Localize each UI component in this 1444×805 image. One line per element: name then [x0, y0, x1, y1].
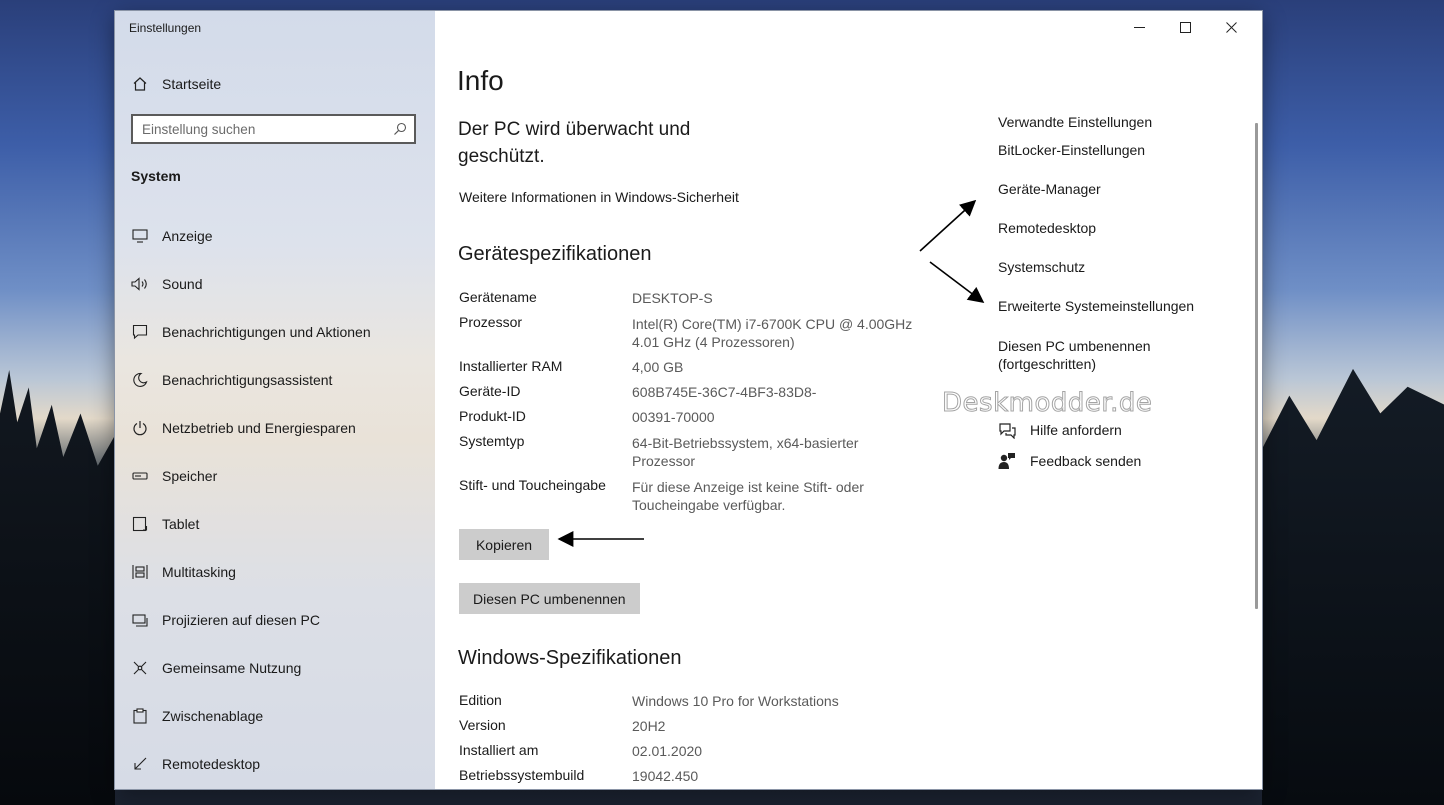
send-feedback-label: Feedback senden: [1030, 453, 1142, 469]
sidebar-item-label: Netzbetrieb und Energiesparen: [162, 420, 356, 436]
sidebar-item-notifications[interactable]: Benachrichtigungen und Aktionen: [115, 314, 435, 350]
spec-value: 608B745E-36C7-4BF3-83D8-: [632, 384, 817, 400]
bitlocker-link[interactable]: BitLocker-Einstellungen: [998, 141, 1218, 159]
tablet-icon: [131, 515, 149, 533]
sidebar-item-project[interactable]: Projizieren auf diesen PC: [115, 602, 435, 638]
spec-value: Für diese Anzeige ist keine Stift- oder …: [632, 479, 864, 513]
close-button[interactable]: [1208, 11, 1254, 43]
remote-desktop-link[interactable]: Remotedesktop: [998, 219, 1218, 237]
spec-key: Prozessor: [459, 314, 523, 330]
related-settings-title: Verwandte Einstellungen: [998, 114, 1153, 130]
spec-value: 20H2: [632, 718, 666, 734]
sidebar-item-label: Benachrichtigungen und Aktionen: [162, 324, 371, 340]
windows-specs-heading: Windows-Spezifikationen: [458, 647, 682, 669]
settings-window: Einstellungen Startseite System Anzeige …: [115, 11, 1262, 789]
remote-icon: [131, 755, 149, 773]
sidebar-item-tablet[interactable]: Tablet: [115, 506, 435, 542]
sidebar-item-label: Benachrichtigungsassistent: [162, 372, 333, 388]
minimize-button[interactable]: [1116, 11, 1162, 43]
spec-key: Betriebssystembuild: [459, 767, 585, 783]
sidebar-item-label: Sound: [162, 276, 203, 292]
sidebar-item-label: Gemeinsame Nutzung: [162, 660, 302, 676]
sidebar-item-sharing[interactable]: Gemeinsame Nutzung: [115, 650, 435, 686]
device-specs-heading: Gerätespezifikationen: [458, 243, 652, 265]
protection-heading: Der PC wird überwacht und geschützt.: [458, 119, 691, 167]
spec-value: 64-Bit-Betriebssystem, x64-basierter Pro…: [632, 435, 859, 469]
windows-security-link[interactable]: Weitere Informationen in Windows-Sicherh…: [459, 189, 739, 205]
sidebar-item-label: Multitasking: [162, 564, 236, 580]
display-icon: [131, 227, 149, 245]
spec-key: Installierter RAM: [459, 358, 563, 374]
spec-key: Stift- und Toucheingabe: [459, 477, 606, 493]
main-content: Info Der PC wird überwacht und geschützt…: [435, 11, 1262, 789]
spec-key: Produkt-ID: [459, 408, 526, 424]
sidebar-item-anzeige[interactable]: Anzeige: [115, 218, 435, 254]
scrollbar[interactable]: [1255, 123, 1258, 609]
sidebar-item-label: Speicher: [162, 468, 218, 484]
sidebar-item-home[interactable]: Startseite: [115, 66, 435, 102]
close-icon: [1225, 21, 1237, 33]
sidebar-item-remote-desktop[interactable]: Remotedesktop: [115, 746, 435, 782]
notification-icon: [131, 323, 149, 341]
maximize-button[interactable]: [1162, 11, 1208, 43]
sidebar-item-sound[interactable]: Sound: [115, 266, 435, 302]
spec-key: Installiert am: [459, 742, 539, 758]
spec-value: 4,00 GB: [632, 359, 684, 375]
clipboard-icon: [131, 707, 149, 725]
spec-key: Gerätename: [459, 289, 537, 305]
section-title: System: [131, 168, 181, 184]
search-input[interactable]: [133, 116, 382, 142]
moon-icon: [131, 371, 149, 389]
sidebar-item-label: Tablet: [162, 516, 200, 532]
spec-value: Windows 10 Pro for Workstations: [632, 693, 839, 709]
home-icon: [131, 75, 149, 93]
search-box[interactable]: [131, 114, 416, 144]
copy-button[interactable]: Kopieren: [459, 529, 549, 560]
search-icon[interactable]: [393, 122, 407, 141]
rename-pc-button[interactable]: Diesen PC umbenennen: [459, 583, 640, 614]
sidebar-item-focus-assist[interactable]: Benachrichtigungsassistent: [115, 362, 435, 398]
spec-value: Intel(R) Core(TM) i7-6700K CPU @ 4.00GHz…: [632, 316, 913, 350]
device-manager-link[interactable]: Geräte-Manager: [998, 180, 1218, 198]
sidebar-item-label: Projizieren auf diesen PC: [162, 612, 320, 628]
app-title: Einstellungen: [129, 21, 202, 35]
maximize-icon: [1179, 21, 1191, 33]
get-help-label: Hilfe anfordern: [1030, 422, 1122, 438]
sidebar-item-multitasking[interactable]: Multitasking: [115, 554, 435, 590]
feedback-icon: [998, 452, 1020, 470]
sidebar: Einstellungen Startseite System Anzeige …: [115, 11, 435, 789]
spec-value: 19042.450: [632, 768, 699, 784]
spec-key: Systemtyp: [459, 433, 525, 449]
speaker-icon: [131, 275, 149, 293]
help-chat-icon: [998, 421, 1020, 439]
power-icon: [131, 419, 149, 437]
sidebar-item-label: Anzeige: [162, 228, 213, 244]
sidebar-item-clipboard[interactable]: Zwischenablage: [115, 698, 435, 734]
spec-key: Version: [459, 717, 506, 733]
multitasking-icon: [131, 563, 149, 581]
spec-value: 00391-70000: [632, 409, 715, 425]
spec-value: DESKTOP-S: [632, 290, 713, 306]
watermark: Deskmodder.de: [941, 388, 1153, 419]
spec-key: Geräte-ID: [459, 383, 521, 399]
send-feedback-link[interactable]: Feedback senden: [998, 452, 1141, 470]
page-title: Info: [457, 65, 504, 96]
sidebar-item-storage[interactable]: Speicher: [115, 458, 435, 494]
rename-pc-advanced-link[interactable]: Diesen PC umbenennen (fortgeschritten): [998, 337, 1178, 373]
sidebar-item-power[interactable]: Netzbetrieb und Energiesparen: [115, 410, 435, 446]
sidebar-item-label: Remotedesktop: [162, 756, 261, 772]
get-help-link[interactable]: Hilfe anfordern: [998, 421, 1122, 439]
minimize-icon: [1133, 26, 1145, 28]
share-icon: [131, 659, 149, 677]
system-protection-link[interactable]: Systemschutz: [998, 258, 1218, 276]
spec-value: 02.01.2020: [632, 743, 703, 759]
storage-icon: [131, 467, 149, 485]
advanced-system-settings-link[interactable]: Erweiterte Systemeinstellungen: [998, 297, 1218, 315]
project-icon: [131, 611, 149, 629]
spec-key: Edition: [459, 692, 502, 708]
sidebar-item-label: Startseite: [162, 76, 222, 92]
sidebar-item-label: Zwischenablage: [162, 708, 264, 724]
